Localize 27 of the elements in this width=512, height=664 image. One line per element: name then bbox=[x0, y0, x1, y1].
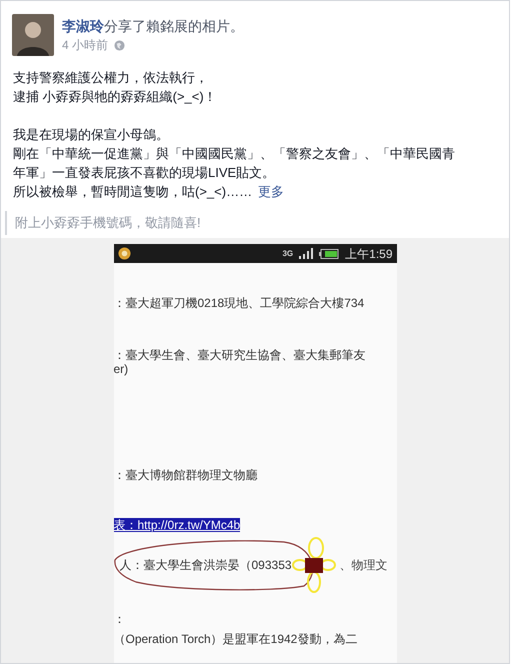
post-text-line: 逮捕 小孬孬與牠的孬孬組織(>_<)！ bbox=[13, 88, 217, 106]
post-text-line: 所以被檢舉，暫時閒這隻吻，咕(>_<)…… bbox=[13, 183, 252, 201]
post-text-line: 支持警察維護公權力，依法執行， bbox=[13, 69, 208, 87]
network-type-text: 3G bbox=[282, 248, 294, 260]
highlighted-link[interactable]: 表：http://0rz.tw/YMc4b bbox=[114, 518, 240, 532]
avatar-icon bbox=[12, 14, 54, 56]
post-text-line: 剛在「中華統一促進黨」與「中國國民黨」、「警察之友會」、「中華民國青 bbox=[13, 145, 455, 163]
phone-text-line: ：臺大學生會、臺大研究生協會、臺大集郵筆友 bbox=[114, 348, 366, 362]
phone-text-line: （Operation Torch）是盟軍在1942發動，為二 bbox=[114, 632, 358, 646]
share-action-text: 分享了賴銘展的相片。 bbox=[104, 17, 244, 36]
post-text-line: 我是在現場的保宣小母鴿。 bbox=[13, 126, 169, 144]
phone-text-line: ：臺大博物館群物理文物廳 bbox=[114, 468, 258, 482]
app-notification-icon bbox=[118, 247, 130, 260]
phone-text-line: 人：臺大學生會洪崇晏（093353 bbox=[120, 558, 292, 572]
globe-icon bbox=[114, 40, 126, 50]
quote-text: 附上小孬孬手機號碼，敬請隨喜! bbox=[15, 215, 201, 230]
clock-text: 上午1:59 bbox=[345, 246, 392, 262]
signal-icon bbox=[299, 248, 314, 259]
phone-text-line: ：臺大超軍刀機0218現地、工學院綜合大樓734 bbox=[114, 296, 364, 310]
phone-text-line: ： bbox=[114, 612, 126, 626]
author-name-link[interactable]: 李淑玲 bbox=[62, 16, 104, 36]
see-more-link[interactable]: 更多 bbox=[258, 182, 284, 201]
battery-icon bbox=[319, 248, 340, 258]
phone-text-line: 、物理文 bbox=[340, 558, 388, 572]
flower-scribble-icon bbox=[292, 537, 336, 593]
post-text-line: 年軍」一直發表屁孩不喜歡的現場LIVE貼文。 bbox=[13, 164, 276, 182]
phone-text-line: er) bbox=[114, 362, 128, 376]
